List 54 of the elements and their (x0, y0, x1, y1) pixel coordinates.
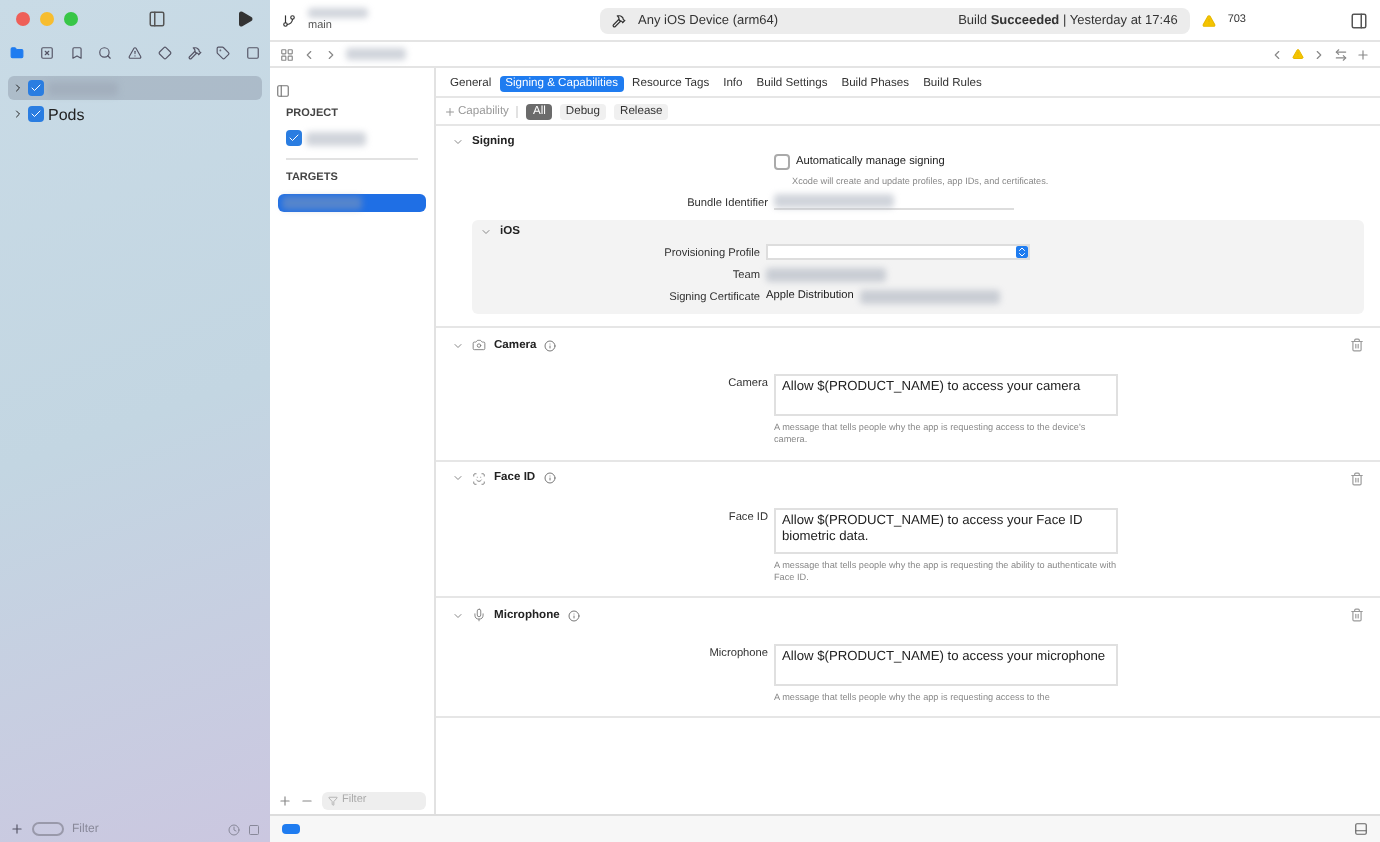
delete-icon[interactable] (1350, 338, 1364, 353)
branch-icon (282, 13, 296, 27)
collapse-icon[interactable] (452, 136, 464, 148)
checkbox[interactable] (774, 154, 790, 170)
close-button[interactable] (16, 11, 30, 25)
sidebar-toggle-icon[interactable] (148, 9, 166, 27)
disclosure-icon[interactable] (12, 108, 24, 120)
forward-icon[interactable] (324, 47, 338, 61)
filter-options-icon[interactable] (32, 822, 64, 836)
bundle-id-field[interactable] (774, 194, 1014, 211)
redacted-value (859, 289, 1000, 304)
inspector-toggle-icon[interactable] (1350, 11, 1368, 29)
back-icon[interactable] (302, 47, 316, 61)
hide-list-icon[interactable] (276, 84, 290, 98)
popup-arrows-icon (1016, 246, 1028, 259)
add-editor-icon[interactable] (1356, 47, 1370, 61)
previous-issue-icon[interactable] (1270, 47, 1284, 61)
navigator-item[interactable] (8, 76, 262, 100)
filter-icon (328, 795, 338, 805)
collapse-icon[interactable] (452, 472, 464, 485)
bookmark-icon[interactable] (69, 45, 83, 59)
next-issue-icon[interactable] (1312, 47, 1326, 61)
debug-area-icon[interactable] (1354, 822, 1368, 836)
project-icon (28, 80, 44, 96)
camera-icon (472, 338, 486, 353)
navigator-item[interactable]: Pods (8, 102, 262, 126)
delete-icon[interactable] (1350, 471, 1364, 486)
warning-icon[interactable] (128, 45, 142, 59)
face-scan-icon (472, 471, 486, 486)
delete-icon[interactable] (1350, 608, 1364, 623)
info-icon[interactable] (544, 339, 557, 352)
recent-icon[interactable] (228, 823, 240, 835)
status-badge (282, 824, 300, 834)
info-icon[interactable] (543, 472, 556, 485)
project-icon (28, 106, 44, 122)
collapse-icon[interactable] (452, 609, 464, 622)
microphone-icon (472, 608, 486, 623)
project-icon (286, 130, 302, 146)
info-icon[interactable] (567, 609, 580, 622)
collapse-icon[interactable] (480, 226, 492, 239)
folder-icon[interactable] (10, 45, 24, 59)
disclosure-icon[interactable] (12, 82, 24, 94)
redacted-value (766, 267, 886, 282)
warning-icon[interactable] (1292, 48, 1304, 60)
plus-icon (444, 105, 456, 117)
zoom-button[interactable] (64, 11, 78, 25)
provisioning-popup[interactable] (766, 244, 1030, 261)
search-icon[interactable] (98, 45, 113, 59)
add-icon[interactable] (10, 822, 24, 836)
collapse-icon[interactable] (452, 339, 464, 352)
add-icon[interactable] (278, 793, 292, 807)
related-items-icon[interactable] (1334, 47, 1348, 61)
grid-icon[interactable] (280, 47, 294, 61)
run-icon[interactable] (236, 9, 254, 27)
